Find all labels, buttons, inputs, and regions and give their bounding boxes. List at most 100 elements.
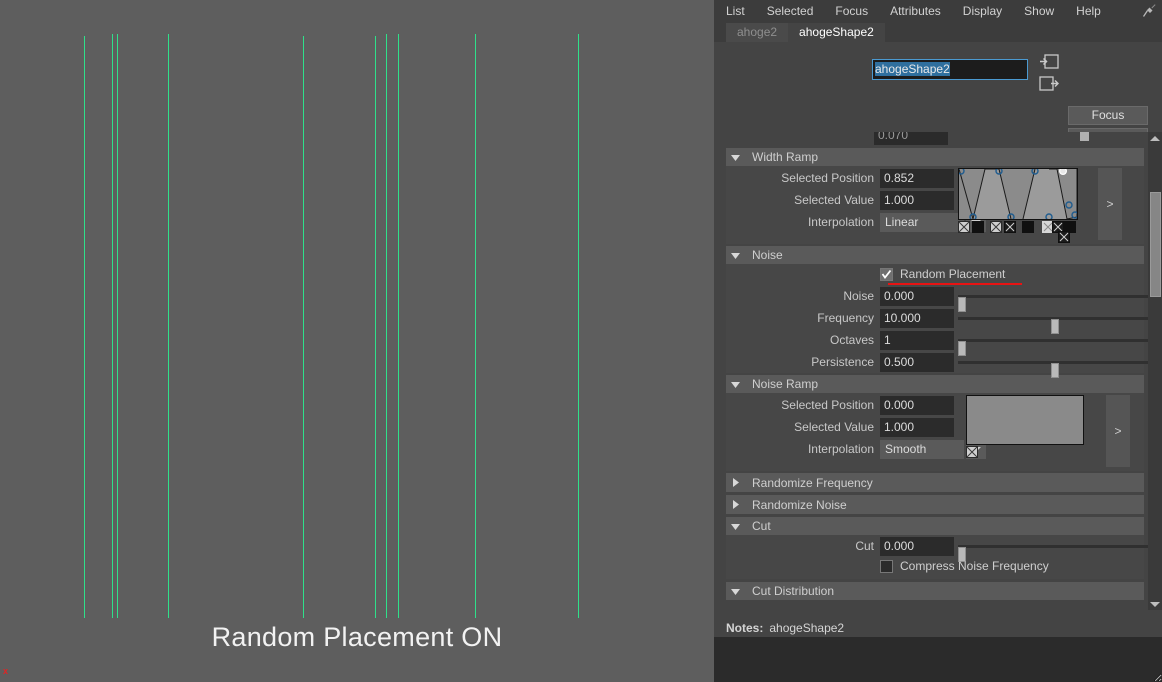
noise-ramp-widget[interactable] xyxy=(966,395,1092,460)
ramp-key-marker[interactable] xyxy=(990,221,1002,233)
maya-attribute-editor-window: Random Placement ON x List Selected Focu… xyxy=(0,0,1162,682)
noise-ramp-expand-button[interactable]: > xyxy=(1106,395,1130,467)
ramp-key-marker[interactable] xyxy=(966,446,978,458)
tab-ahoge2[interactable]: ahoge2 xyxy=(726,23,789,42)
checkbox-random-placement[interactable] xyxy=(880,268,893,281)
hair-curve[interactable] xyxy=(375,36,376,618)
clipped-width-value[interactable]: 0.070 xyxy=(874,132,948,145)
section-body-noise-ramp: Selected Position 0.000 Selected Value 1… xyxy=(726,393,1144,471)
section-header-randomize-noise[interactable]: Randomize Noise xyxy=(726,495,1144,514)
input-cut[interactable]: 0.000 xyxy=(880,537,954,556)
load-attributes-icon[interactable] xyxy=(1039,54,1059,69)
menu-item-show[interactable]: Show xyxy=(1024,4,1054,18)
annotation-underline-random-placement xyxy=(888,283,1022,285)
section-title-cut: Cut xyxy=(752,519,771,533)
slider-octaves[interactable] xyxy=(958,339,1148,356)
hair-curve[interactable] xyxy=(168,34,169,618)
input-selected-value[interactable]: 1.000 xyxy=(880,191,954,210)
hair-curve[interactable] xyxy=(84,36,85,618)
width-ramp-gradient[interactable] xyxy=(958,168,1078,220)
attribute-editor-panel: List Selected Focus Attributes Display S… xyxy=(714,0,1162,682)
ramp-key-marker[interactable] xyxy=(1058,231,1070,243)
checkbox-compress-noise-frequency[interactable] xyxy=(880,560,893,573)
noise-ramp-key-markers[interactable] xyxy=(966,446,1092,460)
label-interpolation: Interpolation xyxy=(807,442,874,456)
width-ramp-key-markers[interactable] xyxy=(958,221,1084,243)
chevron-down-icon xyxy=(730,250,744,261)
section-title-noise: Noise xyxy=(752,248,783,262)
input-frequency[interactable]: 10.000 xyxy=(880,309,954,328)
input-octaves[interactable]: 1 xyxy=(880,331,954,350)
label-persistence: Persistence xyxy=(811,355,874,369)
hair-curve[interactable] xyxy=(398,34,399,618)
row-compress-noise-frequency: Compress Noise Frequency xyxy=(726,558,1144,578)
hair-curve[interactable] xyxy=(475,34,476,618)
scroll-down-arrow-icon[interactable] xyxy=(1148,598,1162,610)
vertical-scrollbar[interactable] xyxy=(1148,132,1162,610)
section-header-cut[interactable]: Cut xyxy=(726,517,1144,535)
scrollbar-thumb[interactable] xyxy=(1150,192,1161,297)
section-header-noise[interactable]: Noise xyxy=(726,246,1144,264)
attribute-scroll-area[interactable]: Width 0.070 Width Ramp Selected Position… xyxy=(714,132,1148,610)
slider-frequency[interactable] xyxy=(958,317,1148,334)
section-header-width-ramp[interactable]: Width Ramp xyxy=(726,148,1144,166)
input-selected-position[interactable]: 0.852 xyxy=(880,169,954,188)
hair-curve[interactable] xyxy=(117,34,118,618)
hair-curve[interactable] xyxy=(112,34,113,618)
label-selected-position: Selected Position xyxy=(781,398,874,412)
menu-item-help[interactable]: Help xyxy=(1076,4,1101,18)
section-header-noise-ramp[interactable]: Noise Ramp xyxy=(726,375,1144,393)
scroll-up-arrow-icon[interactable] xyxy=(1148,132,1162,144)
dropdown-interpolation-width-ramp[interactable]: Linear xyxy=(880,213,964,232)
section-header-randomize-frequency[interactable]: Randomize Frequency xyxy=(726,473,1144,492)
notes-label: Notes: xyxy=(726,621,764,635)
menu-item-focus[interactable]: Focus xyxy=(835,4,868,18)
section-body-noise: Random Placement Noise 0.000 Frequency 1… xyxy=(726,264,1148,378)
input-selected-value[interactable]: 1.000 xyxy=(880,418,954,437)
input-selected-position[interactable]: 0.000 xyxy=(880,396,954,415)
menu-item-list[interactable]: List xyxy=(726,4,745,18)
menu-item-display[interactable]: Display xyxy=(963,4,1002,18)
label-selected-value: Selected Value xyxy=(794,420,874,434)
thumbtack-icon[interactable] xyxy=(1141,2,1158,19)
slider-cut[interactable] xyxy=(958,545,1148,562)
node-name-input[interactable]: ahogeShape2 xyxy=(872,59,1028,80)
row-frequency: Frequency 10.000 xyxy=(726,309,1148,334)
label-compress-noise-frequency: Compress Noise Frequency xyxy=(900,559,1049,573)
noise-ramp-gradient[interactable] xyxy=(966,395,1084,445)
menu-bar: List Selected Focus Attributes Display S… xyxy=(714,0,1162,21)
section-title-randomize-noise: Randomize Noise xyxy=(752,497,847,512)
slider-noise[interactable] xyxy=(958,295,1148,312)
copy-tab-icon[interactable] xyxy=(1039,76,1060,91)
row-cut: Cut 0.000 xyxy=(726,537,1148,562)
slider-handle-persistence[interactable] xyxy=(1051,363,1059,378)
input-noise[interactable]: 0.000 xyxy=(880,287,954,306)
section-title-cut-distribution: Cut Distribution xyxy=(752,584,835,598)
ramp-key-marker[interactable] xyxy=(1022,221,1034,233)
tab-ahogeShape2[interactable]: ahogeShape2 xyxy=(788,23,885,42)
chevron-down-icon xyxy=(730,152,744,163)
menu-item-attributes[interactable]: Attributes xyxy=(890,4,941,18)
section-title-width-ramp: Width Ramp xyxy=(752,150,819,164)
slider-persistence[interactable] xyxy=(958,361,1148,378)
ramp-key-marker[interactable] xyxy=(1004,221,1016,233)
width-ramp-expand-button[interactable]: > xyxy=(1098,168,1122,240)
notes-value: ahogeShape2 xyxy=(769,621,845,635)
clipped-width-slider-handle[interactable] xyxy=(1080,132,1089,141)
hair-curve[interactable] xyxy=(386,34,387,618)
label-selected-value: Selected Value xyxy=(794,193,874,207)
chevron-right-icon xyxy=(730,477,744,488)
maya-viewport[interactable]: Random Placement ON x xyxy=(0,0,714,682)
ramp-key-marker[interactable] xyxy=(972,221,984,233)
input-persistence[interactable]: 0.500 xyxy=(880,353,954,372)
label-octaves: Octaves xyxy=(829,333,874,347)
menu-item-selected[interactable]: Selected xyxy=(767,4,814,18)
notes-textarea[interactable] xyxy=(714,637,1162,682)
ramp-key-marker[interactable] xyxy=(958,221,970,233)
section-header-cut-distribution[interactable]: Cut Distribution xyxy=(726,582,1144,600)
dropdown-interpolation-noise-ramp[interactable]: Smooth xyxy=(880,440,964,459)
hair-curve[interactable] xyxy=(303,36,304,618)
focus-button[interactable]: Focus xyxy=(1068,106,1148,125)
width-ramp-widget[interactable] xyxy=(958,168,1084,243)
hair-curve[interactable] xyxy=(578,34,579,618)
